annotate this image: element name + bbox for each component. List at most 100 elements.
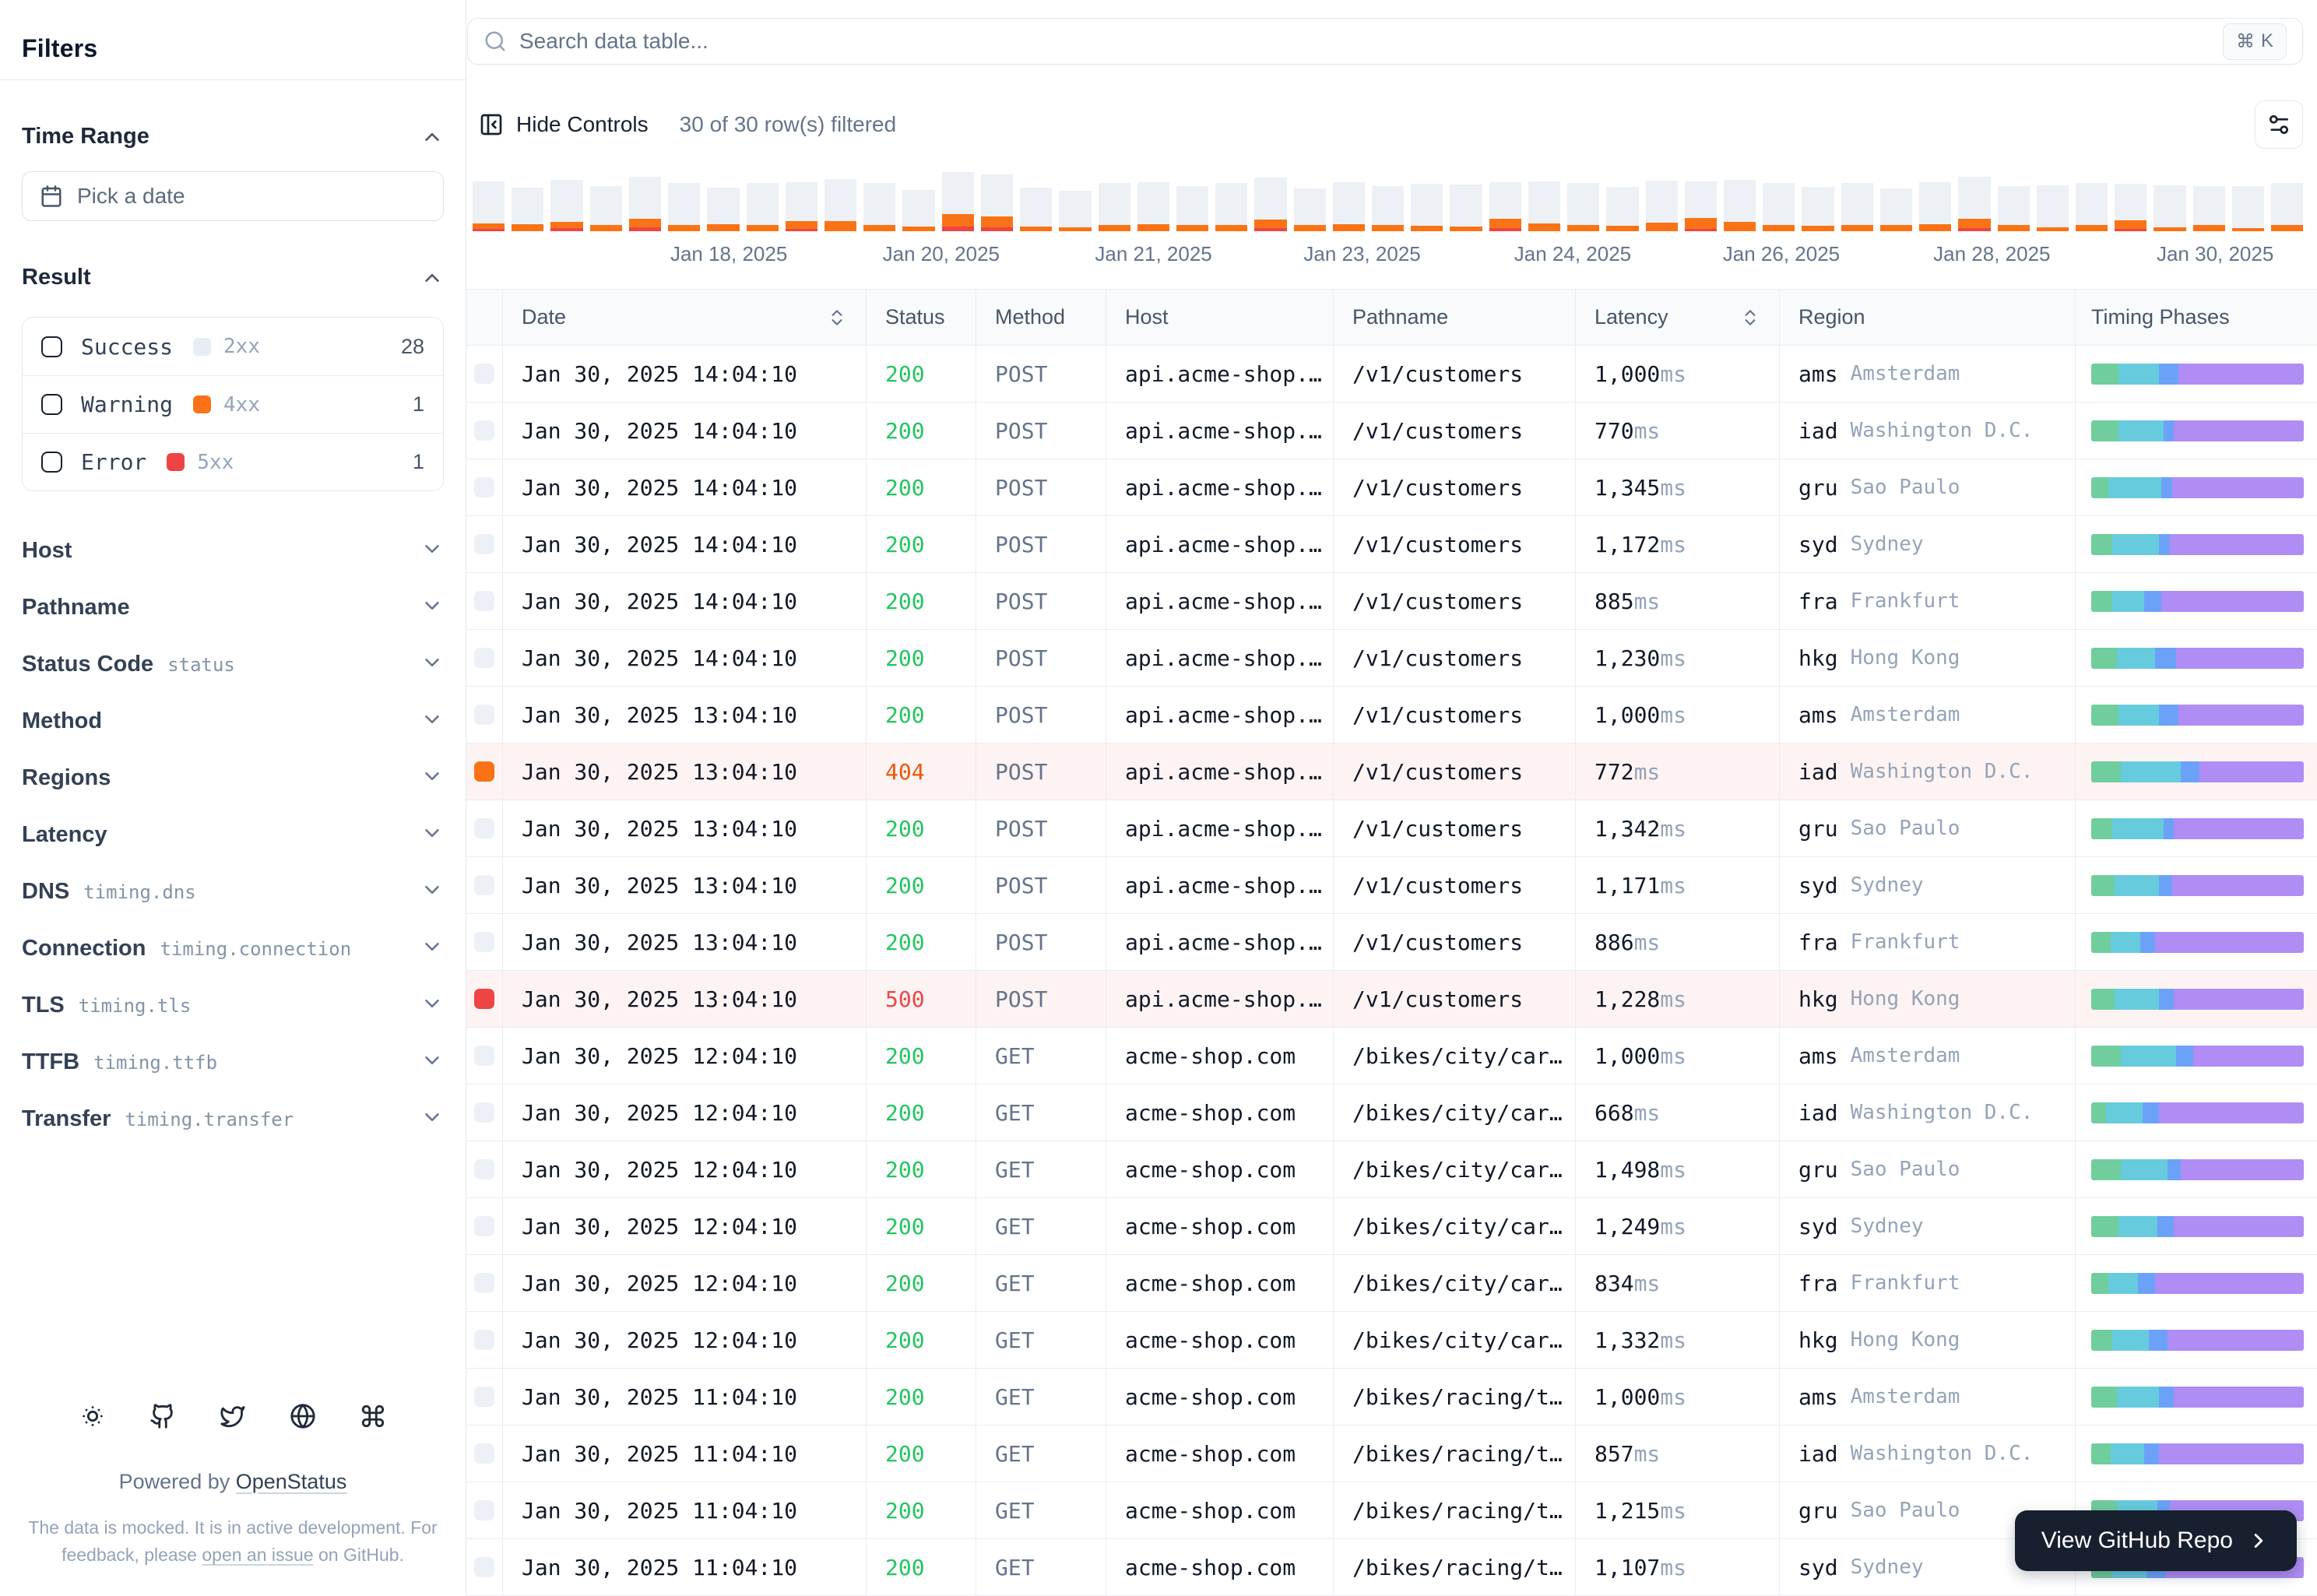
histogram-bar[interactable] <box>1215 183 1248 231</box>
histogram-bar[interactable] <box>668 183 701 231</box>
row-select-cell[interactable] <box>466 1369 503 1426</box>
row-select-cell[interactable] <box>466 1482 503 1539</box>
twitter-icon[interactable] <box>220 1403 246 1429</box>
sidebar-item-transfer[interactable]: Transfer timing.transfer <box>22 1091 444 1148</box>
result-filter-warning[interactable]: Warning 4xx 1 <box>23 375 443 433</box>
sidebar-item-ttfb[interactable]: TTFB timing.ttfb <box>22 1034 444 1091</box>
histogram-bar[interactable] <box>2075 183 2108 231</box>
sidebar-item-method[interactable]: Method <box>22 693 444 750</box>
row-select-cell[interactable] <box>466 857 503 914</box>
histogram-bar[interactable] <box>2192 186 2225 231</box>
histogram-bar[interactable] <box>2036 185 2069 231</box>
histogram-bar[interactable] <box>1059 191 1092 231</box>
row-select-cell[interactable] <box>466 1255 503 1312</box>
histogram-bar[interactable] <box>2115 184 2147 231</box>
table-row[interactable]: Jan 30, 2025 12:04:10 200 GET acme-shop.com… <box>466 1312 2317 1369</box>
histogram-bar[interactable] <box>1528 181 1561 231</box>
histogram-bar[interactable] <box>1919 182 1952 231</box>
histogram-bar[interactable] <box>1879 188 1913 231</box>
result-filter-success[interactable]: Success 2xx 28 <box>23 318 443 375</box>
row-select-cell[interactable] <box>466 1312 503 1369</box>
table-row[interactable]: Jan 30, 2025 13:04:10 200 POST api.acme-sho… <box>466 914 2317 971</box>
histogram-bar[interactable] <box>1489 182 1521 231</box>
row-select-cell[interactable] <box>466 1426 503 1482</box>
histogram-bar[interactable] <box>707 188 740 231</box>
table-row[interactable]: Jan 30, 2025 12:04:10 200 GET acme-shop.com… <box>466 1085 2317 1141</box>
row-select-cell[interactable] <box>466 914 503 971</box>
checkbox[interactable] <box>41 394 62 415</box>
table-row[interactable]: Jan 30, 2025 12:04:10 200 GET acme-shop.com… <box>466 1141 2317 1198</box>
histogram-bar[interactable] <box>1293 188 1326 231</box>
result-filter-error[interactable]: Error 5xx 1 <box>23 433 443 490</box>
histogram-bar[interactable] <box>941 172 974 231</box>
view-options-button[interactable] <box>2255 100 2303 149</box>
table-row[interactable]: Jan 30, 2025 11:04:10 200 GET acme-shop.com… <box>466 1369 2317 1426</box>
hide-controls-button[interactable]: Hide Controls <box>479 112 649 137</box>
histogram-bar[interactable] <box>1098 183 1130 231</box>
row-select-cell[interactable] <box>466 1028 503 1085</box>
histogram-bar[interactable] <box>1763 183 1795 231</box>
histogram-bar[interactable] <box>1684 181 1717 231</box>
table-row[interactable]: Jan 30, 2025 11:04:10 200 GET acme-shop.com… <box>466 1426 2317 1482</box>
open-issue-link[interactable]: open an issue <box>202 1545 313 1565</box>
table-row[interactable]: Jan 30, 2025 14:04:10 200 POST api.acme-sho… <box>466 630 2317 687</box>
date-picker-input[interactable]: Pick a date <box>22 171 444 221</box>
row-select-cell[interactable] <box>466 403 503 459</box>
histogram-bar[interactable] <box>473 181 505 231</box>
command-icon[interactable] <box>360 1403 386 1429</box>
table-row[interactable]: Jan 30, 2025 13:04:10 200 POST api.acme-sho… <box>466 687 2317 744</box>
row-select-cell[interactable] <box>466 800 503 857</box>
histogram-bar[interactable] <box>1724 180 1756 231</box>
histogram-bar[interactable] <box>1020 188 1053 231</box>
histogram-bar[interactable] <box>1958 177 1991 231</box>
table-row[interactable]: Jan 30, 2025 12:04:10 200 GET acme-shop.com… <box>466 1255 2317 1312</box>
histogram-bar[interactable] <box>746 183 779 231</box>
sun-icon[interactable] <box>79 1403 106 1429</box>
table-row[interactable]: Jan 30, 2025 13:04:10 200 POST api.acme-sho… <box>466 857 2317 914</box>
histogram-bar[interactable] <box>1254 178 1287 231</box>
table-row[interactable]: Jan 30, 2025 14:04:10 200 POST api.acme-sho… <box>466 573 2317 630</box>
histogram-bar[interactable] <box>980 174 1014 231</box>
row-select-cell[interactable] <box>466 744 503 800</box>
row-select-cell[interactable] <box>466 1539 503 1596</box>
histogram-bar[interactable] <box>1372 186 1405 231</box>
row-select-cell[interactable] <box>466 516 503 573</box>
histogram-bar[interactable] <box>589 186 622 231</box>
table-row[interactable]: Jan 30, 2025 12:04:10 200 GET acme-shop.com… <box>466 1028 2317 1085</box>
histogram-bar[interactable] <box>1176 186 1209 231</box>
histogram-bar[interactable] <box>2271 183 2304 231</box>
sidebar-item-status-code[interactable]: Status Code status <box>22 636 444 693</box>
row-select-cell[interactable] <box>466 687 503 744</box>
row-select-cell[interactable] <box>466 573 503 630</box>
histogram-bar[interactable] <box>628 177 662 231</box>
sidebar-item-pathname[interactable]: Pathname <box>22 579 444 636</box>
histogram-bar[interactable] <box>1997 186 2030 231</box>
checkbox[interactable] <box>41 336 62 357</box>
histogram-bar[interactable] <box>1802 187 1834 231</box>
histogram-bar[interactable] <box>2154 185 2186 231</box>
histogram-bar[interactable] <box>1450 185 1482 231</box>
histogram-bar[interactable] <box>1606 187 1639 231</box>
table-row[interactable]: Jan 30, 2025 14:04:10 200 POST api.acme-sho… <box>466 459 2317 516</box>
globe-icon[interactable] <box>290 1403 316 1429</box>
row-select-cell[interactable] <box>466 971 503 1028</box>
histogram-bar[interactable] <box>1411 184 1443 231</box>
sidebar-item-connection[interactable]: Connection timing.connection <box>22 920 444 977</box>
histogram-bar[interactable] <box>824 179 857 231</box>
histogram-bar[interactable] <box>1645 181 1678 231</box>
search-input[interactable] <box>519 29 2223 54</box>
histogram-bar[interactable] <box>1332 182 1366 231</box>
table-row[interactable]: Jan 30, 2025 13:04:10 200 POST api.acme-sho… <box>466 800 2317 857</box>
histogram-bar[interactable] <box>1137 182 1169 231</box>
sidebar-item-latency[interactable]: Latency <box>22 807 444 863</box>
openstatus-link[interactable]: OpenStatus <box>236 1470 347 1493</box>
row-select-cell[interactable] <box>466 630 503 687</box>
histogram-bar[interactable] <box>785 182 817 231</box>
histogram-bar[interactable] <box>1841 183 1873 231</box>
table-row[interactable]: Jan 30, 2025 12:04:10 200 GET acme-shop.com… <box>466 1198 2317 1255</box>
histogram-bar[interactable] <box>512 188 544 231</box>
histogram-bar[interactable] <box>2231 186 2265 231</box>
row-select-cell[interactable] <box>466 346 503 403</box>
column-header-date[interactable]: Date <box>503 290 867 346</box>
result-section-toggle[interactable]: Result <box>22 265 444 290</box>
